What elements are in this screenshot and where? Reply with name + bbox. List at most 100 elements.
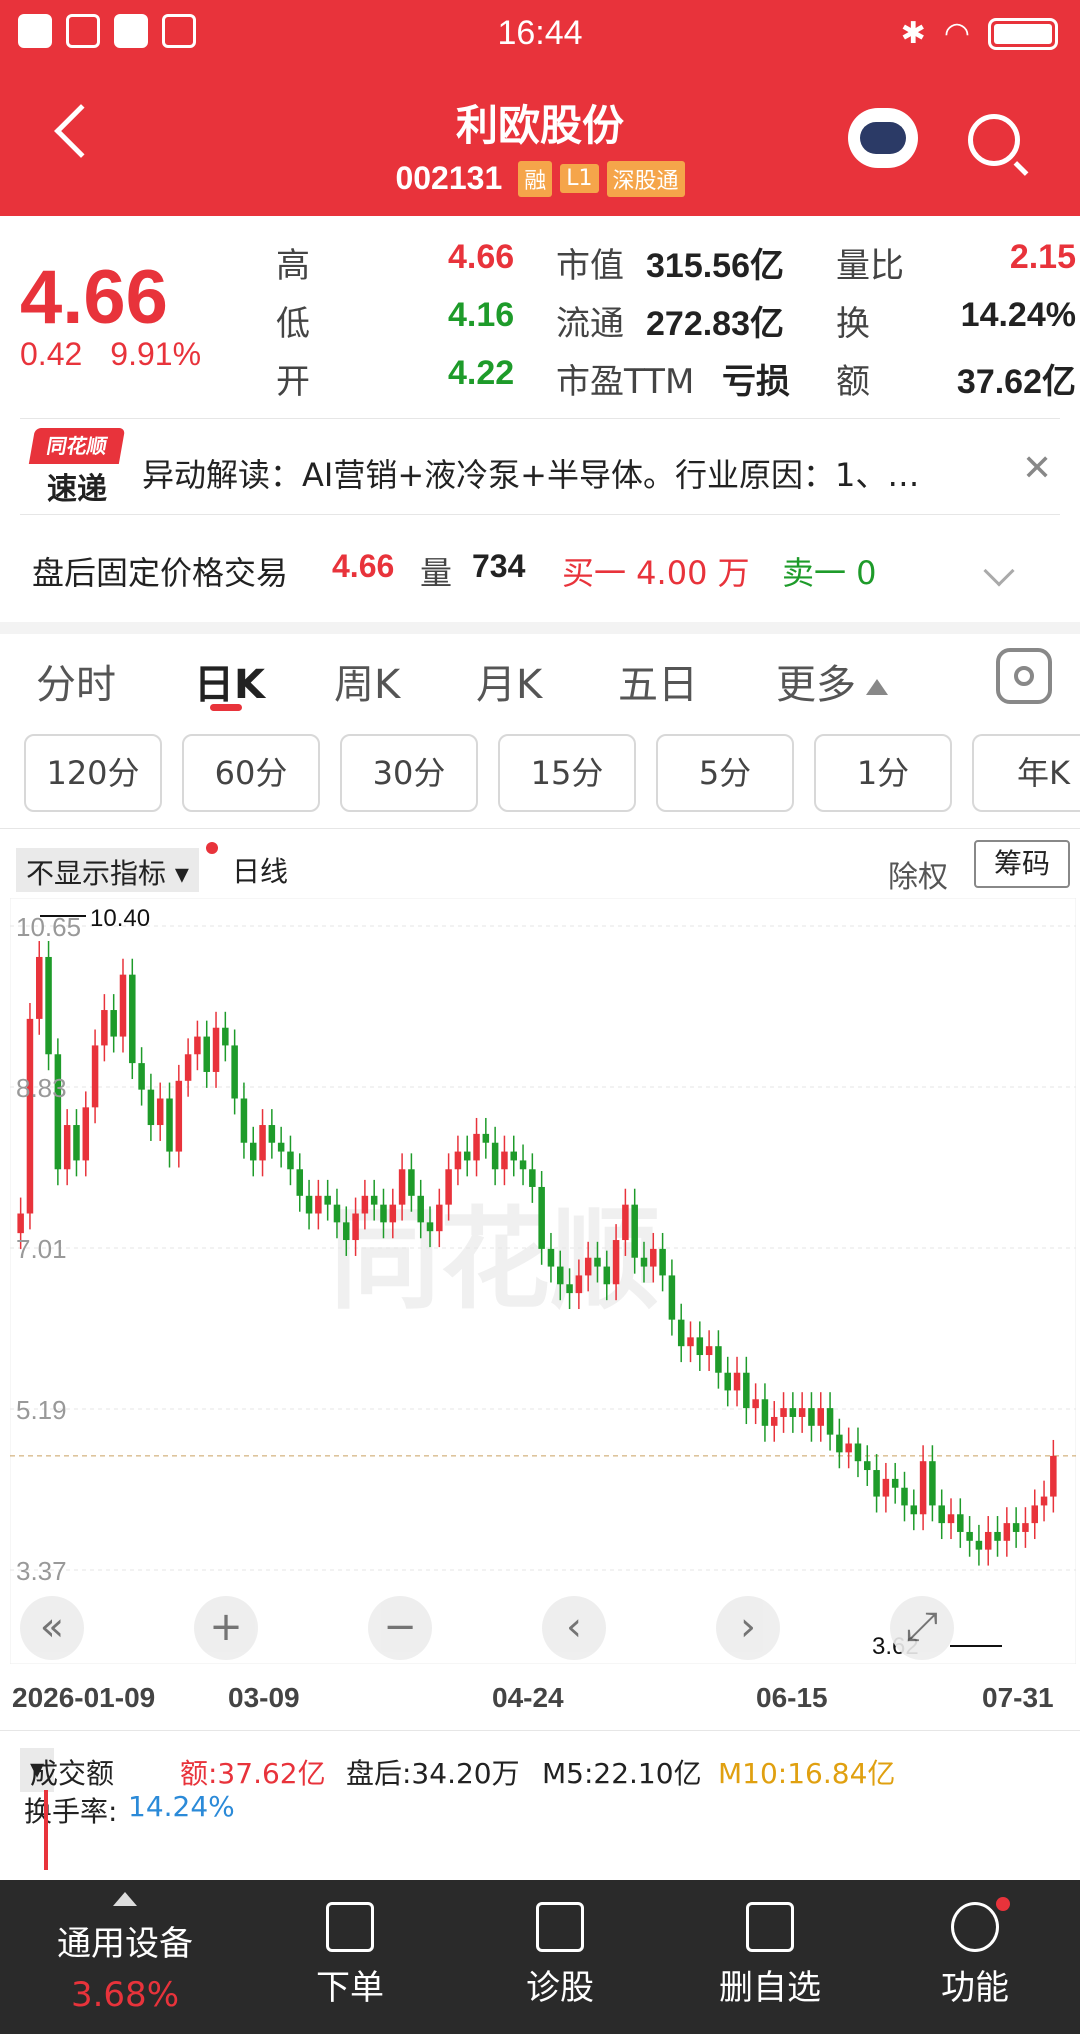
float-cell: 流通 272.83亿 — [556, 296, 784, 345]
candle-body — [752, 1399, 759, 1409]
quote-panel: 4.66 0.42 9.91% 高 4.66 低 4.16 开 4.22 市值 … — [0, 216, 1080, 416]
robot-assistant-icon[interactable] — [848, 108, 918, 168]
after-hours-row[interactable]: 盘后固定价格交易 4.66 量 734 买一 4.00 万 卖一 0 — [0, 530, 1080, 610]
period-30m[interactable]: 30分 — [340, 734, 478, 812]
news-text[interactable]: 异动解读：AI营销+液冷泵+半导体。行业原因：1、… — [142, 450, 1002, 496]
candle-body — [63, 1125, 71, 1170]
candle-body — [184, 1054, 192, 1081]
candle-body — [668, 1275, 676, 1320]
candle-body — [975, 1540, 983, 1550]
candle-body — [268, 1125, 276, 1143]
function-button[interactable]: 功能 — [915, 1880, 1035, 2034]
candle-body — [557, 1266, 564, 1285]
search-icon[interactable] — [968, 114, 1020, 166]
candle-body — [957, 1514, 964, 1532]
volume-amount: 额:37.62亿 — [180, 1757, 326, 1790]
indicator-selector[interactable]: 不显示指标 ▾ — [16, 848, 199, 892]
y-tick-label: 5.19 — [16, 1395, 67, 1425]
open-cell: 开 4.22 — [276, 354, 514, 403]
tab-intraday[interactable]: 分时 — [36, 652, 116, 710]
close-icon[interactable]: ✕ — [1022, 448, 1052, 489]
tab-five-day[interactable]: 五日 — [618, 652, 698, 710]
candle-body — [175, 1080, 183, 1152]
candle-body — [324, 1195, 331, 1205]
tab-monthly-k[interactable]: 月K — [476, 652, 542, 710]
rewind-icon[interactable]: « — [20, 1596, 84, 1660]
chevron-right-icon[interactable]: › — [716, 1596, 780, 1660]
news-banner[interactable]: 同花顺 速递 异动解读：AI营销+液冷泵+半导体。行业原因：1、… ✕ — [0, 420, 1080, 516]
period-yearly[interactable]: 年K — [972, 734, 1080, 812]
candle-body — [333, 1204, 341, 1223]
fullscreen-icon[interactable]: ⤢ — [890, 1596, 954, 1660]
candle-body — [510, 1151, 517, 1161]
wifi-icon: ◠ — [943, 16, 970, 51]
period-15m[interactable]: 15分 — [498, 734, 636, 812]
candle-body — [1040, 1496, 1048, 1506]
pe-cell: 市盈TTM 亏损 — [556, 354, 790, 403]
candle-body — [445, 1169, 452, 1205]
last-price: 4.66 — [20, 255, 168, 340]
candle-body — [910, 1505, 918, 1515]
candle-body — [17, 1213, 24, 1234]
change-percent: 9.91% — [110, 336, 202, 372]
chart-header: 不显示指标 ▾ 日线 除权 筹码 — [0, 836, 1080, 896]
y-tick-label: 8.83 — [16, 1073, 67, 1103]
news-logo: 同花顺 速递 — [28, 428, 126, 507]
candle-body — [454, 1151, 462, 1170]
tag-margin[interactable]: 融 — [518, 160, 553, 197]
diagnose-button[interactable]: 诊股 — [500, 1880, 620, 2034]
candle-body — [538, 1186, 545, 1249]
chevron-down-icon[interactable] — [983, 555, 1015, 587]
candle-body — [166, 1098, 173, 1152]
period-120m[interactable]: 120分 — [24, 734, 162, 812]
candle-body — [222, 1027, 229, 1046]
tag-level1[interactable]: L1 — [560, 164, 599, 193]
candle-body — [891, 1478, 899, 1488]
adjust-label[interactable]: 除权 — [888, 852, 948, 896]
candle-body — [594, 1257, 601, 1267]
sector-button[interactable]: 通用设备 3.68% — [30, 1880, 220, 2034]
zoom-in-icon[interactable]: + — [194, 1596, 258, 1660]
tab-daily-k[interactable]: 日K — [194, 652, 265, 710]
candle-body — [361, 1195, 369, 1214]
candlestick-chart[interactable]: 同花顺 10.658.837.015.193.37 10.403.62 — [10, 898, 1076, 1664]
chevron-left-icon[interactable]: ‹ — [542, 1596, 606, 1660]
open-label: 开 — [276, 362, 310, 402]
tab-more[interactable]: 更多 — [776, 652, 888, 710]
candle-body — [1003, 1523, 1011, 1541]
candle-body — [677, 1319, 685, 1347]
candle-body — [826, 1408, 834, 1435]
after-hours-vol: 734 — [472, 548, 526, 584]
candle-body — [54, 1054, 62, 1170]
tab-weekly-k[interactable]: 周K — [334, 652, 400, 710]
order-icon — [326, 1902, 374, 1952]
period-5m[interactable]: 5分 — [656, 734, 794, 812]
zoom-out-icon[interactable]: − — [368, 1596, 432, 1660]
settings-icon[interactable] — [996, 648, 1052, 704]
volume-selector[interactable]: 成交额 ▾ — [20, 1748, 114, 1792]
candle-body — [938, 1505, 945, 1524]
period-60m[interactable]: 60分 — [182, 734, 320, 812]
tag-connect[interactable]: 深股通 — [606, 160, 685, 197]
candle-body — [687, 1337, 694, 1347]
candle-body — [129, 974, 136, 1064]
divider — [0, 1730, 1080, 1731]
mcap-label: 市值 — [556, 246, 624, 286]
candle-body — [26, 1018, 34, 1214]
order-button[interactable]: 下单 — [290, 1880, 410, 2034]
remove-watchlist-button[interactable]: 删自选 — [700, 1880, 840, 2034]
float-label: 流通 — [556, 304, 624, 344]
period-1m[interactable]: 1分 — [814, 734, 952, 812]
candle-body — [491, 1142, 499, 1170]
bottom-bar: 通用设备 3.68% 下单 诊股 删自选 功能 — [0, 1880, 1080, 2034]
candle-body — [529, 1169, 536, 1187]
y-tick-label: 3.37 — [16, 1556, 67, 1586]
candle-body — [352, 1213, 359, 1241]
turnover-cell: 换 14.24% — [836, 296, 1076, 345]
x-tick: 04-24 — [492, 1682, 564, 1713]
mcap-cell: 市值 315.56亿 — [556, 238, 784, 287]
active-tab-indicator — [210, 704, 242, 711]
max-price-label: 10.40 — [90, 905, 150, 932]
minus-box-icon — [746, 1902, 794, 1952]
chip-button[interactable]: 筹码 — [974, 840, 1070, 888]
